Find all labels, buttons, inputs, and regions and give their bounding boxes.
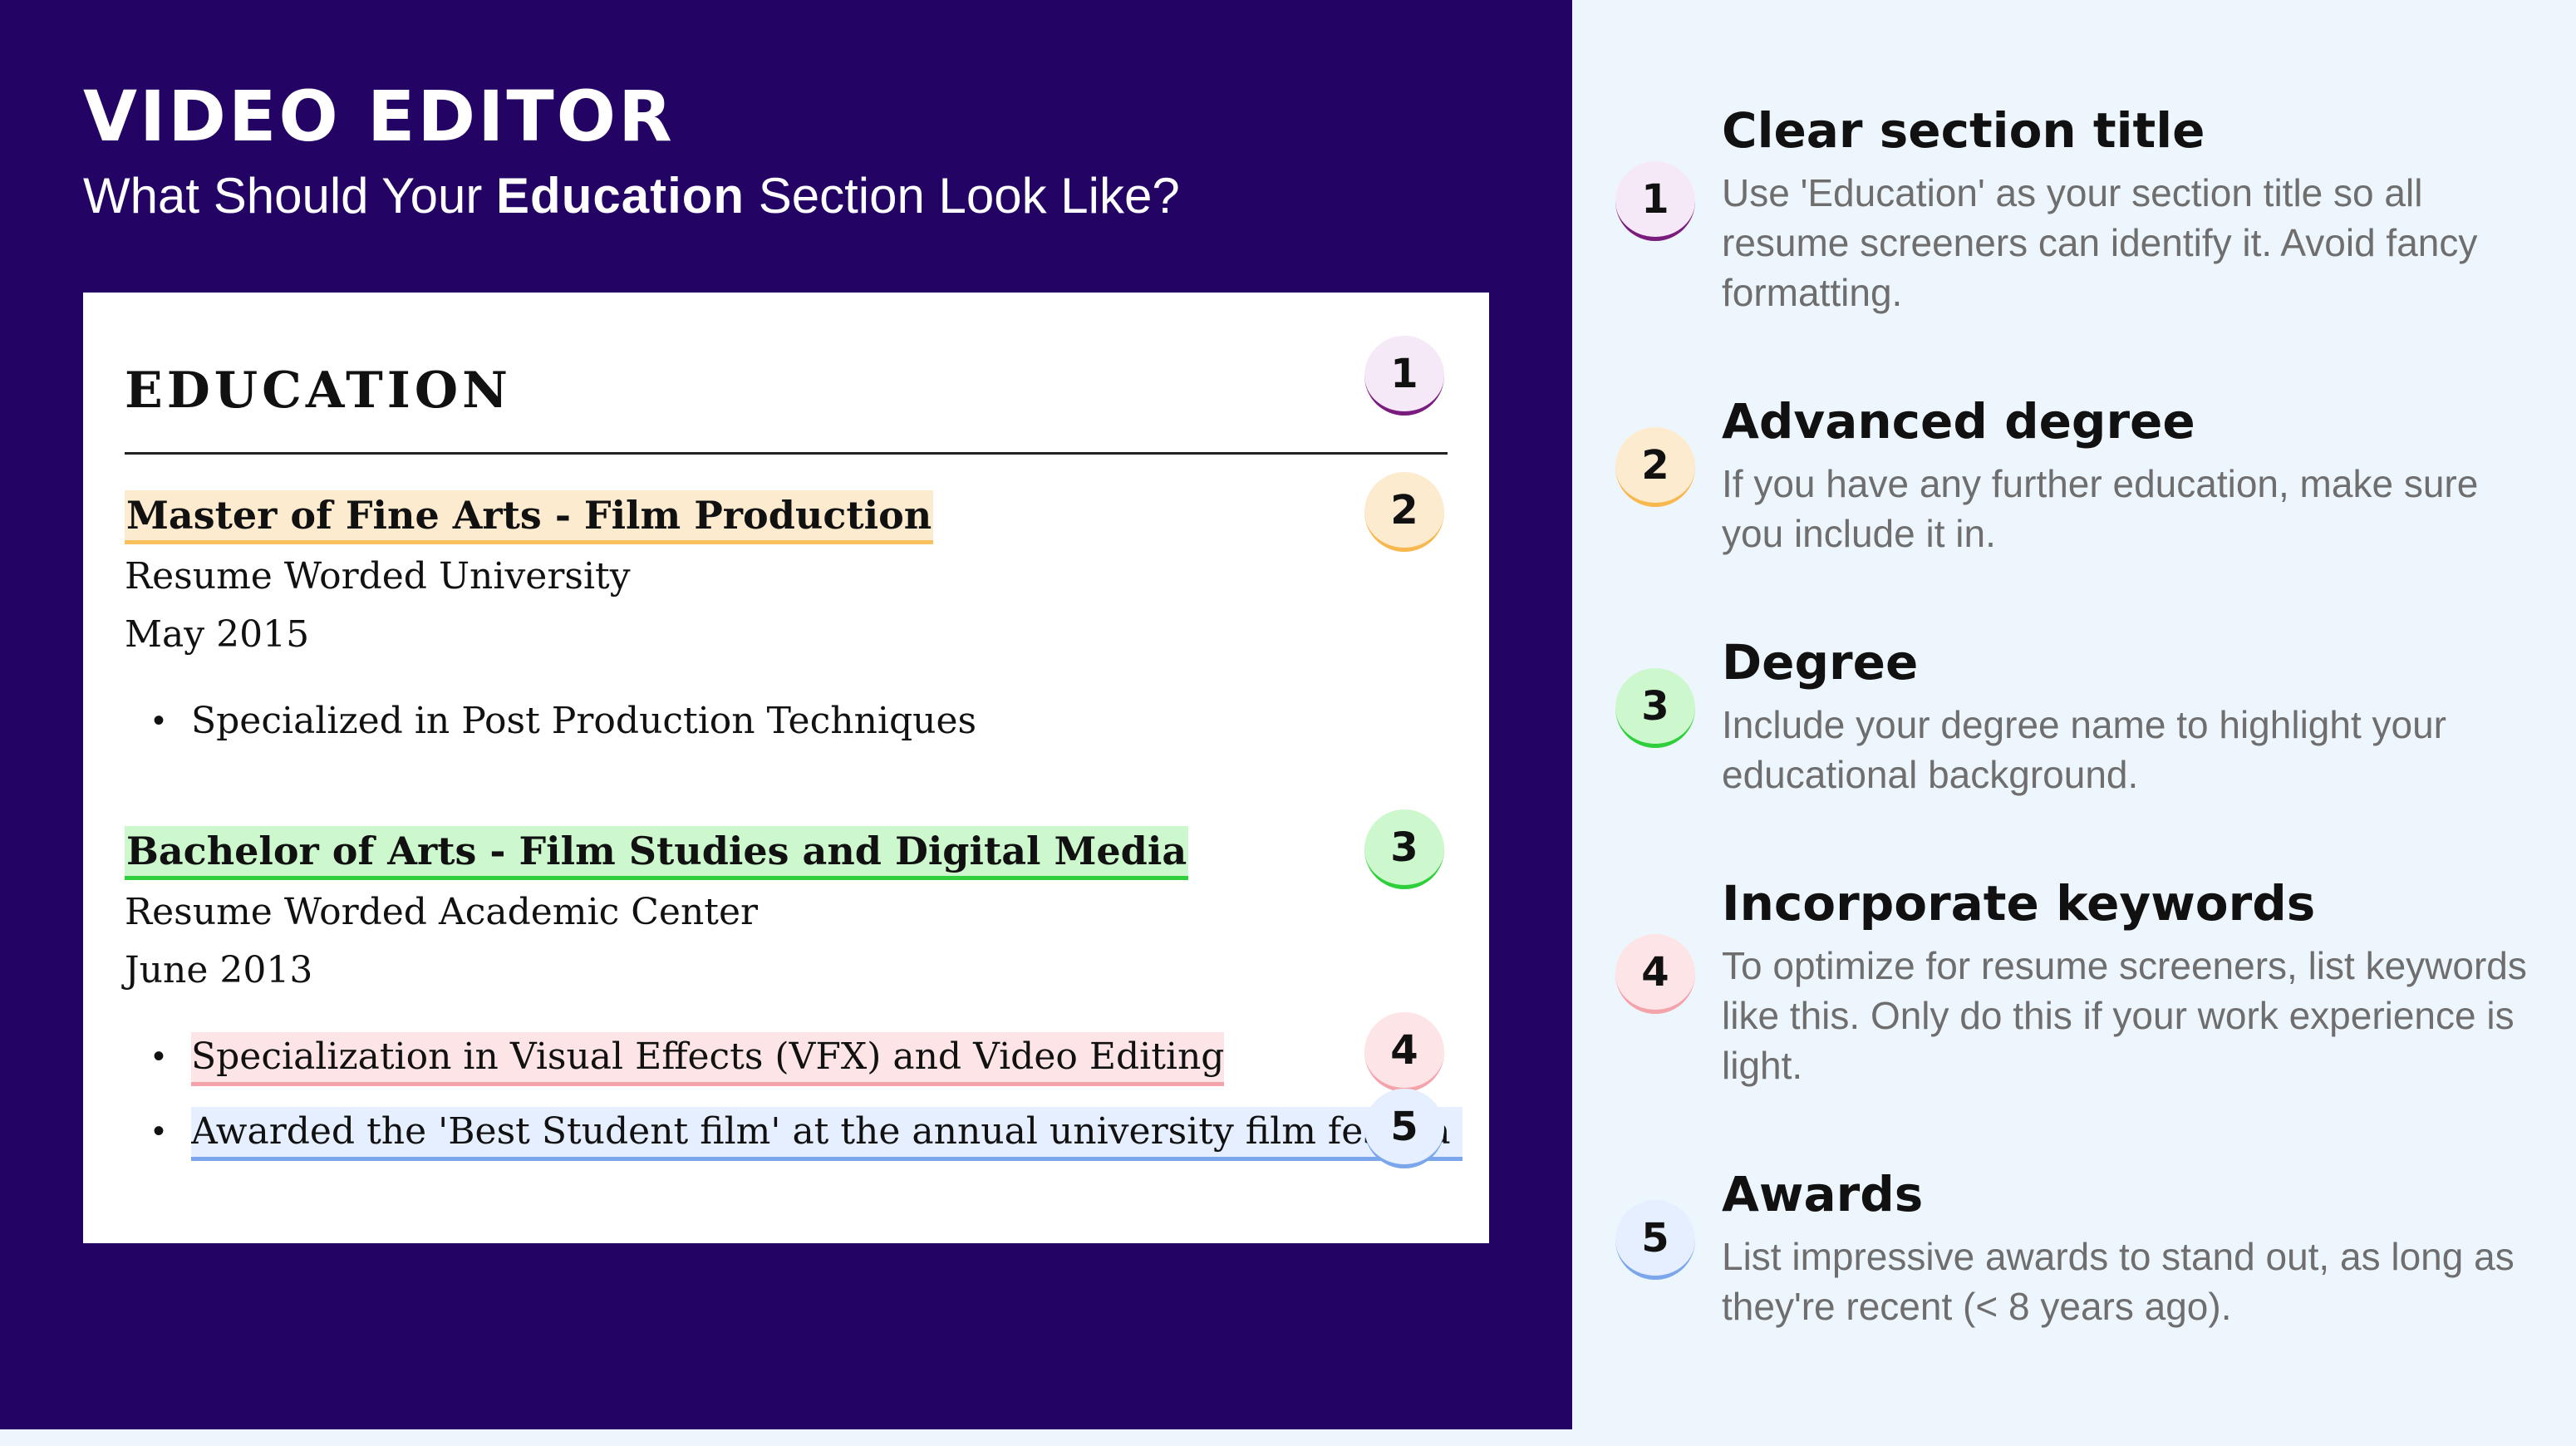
tip-description: List impressive awards to stand out, as …: [1722, 1235, 2515, 1328]
tip-badge-4: 4: [1615, 934, 1695, 1014]
education-heading: EDUCATION: [125, 362, 512, 420]
tip-title: Clear section title: [1722, 102, 2205, 159]
tip-title: Advanced degree: [1722, 393, 2195, 450]
award-bullet-text: Awarded the 'Best Student film' at the a…: [191, 1107, 1463, 1161]
school-name: Resume Worded Academic Center: [125, 891, 759, 933]
tip-description: If you have any further education, make …: [1722, 462, 2479, 555]
tip-badge-1: 1: [1615, 161, 1695, 241]
bullet-point: •: [153, 702, 165, 739]
subtitle-start: What Should Your: [83, 168, 497, 224]
marker-badge-3: 3: [1364, 809, 1444, 889]
role-title: VIDEO EDITOR: [83, 76, 675, 157]
marker-badge-2: 2: [1364, 472, 1444, 552]
degree-title: Master of Fine Arts - Film Production: [125, 490, 934, 544]
tip-title: Awards: [1722, 1166, 1924, 1222]
tip-description: Include your degree name to highlight yo…: [1722, 703, 2447, 796]
keyword-bullet-text: Specialization in Visual Effects (VFX) a…: [191, 1032, 1225, 1086]
resume-education-card: EDUCATION Master of Fine Arts - Film Pro…: [83, 293, 1489, 1243]
bullet-text: Specialized in Post Production Technique…: [191, 700, 977, 742]
subtitle-emphasis: Education: [496, 168, 745, 224]
graduation-date: May 2015: [125, 613, 310, 656]
tip-description: Use 'Education' as your section title so…: [1722, 171, 2478, 314]
bullet-point: •: [153, 1113, 165, 1149]
bullet-point: •: [153, 1038, 165, 1075]
tip-badge-3: 3: [1615, 668, 1695, 748]
page-subtitle: What Should Your Education Section Look …: [83, 163, 1180, 229]
tip-description: To optimize for resume screeners, list k…: [1722, 944, 2527, 1087]
graduation-date: June 2013: [125, 949, 313, 991]
tip-title: Incorporate keywords: [1722, 875, 2316, 932]
marker-badge-5: 5: [1364, 1089, 1444, 1168]
degree-title: Bachelor of Arts - Film Studies and Digi…: [125, 826, 1189, 880]
section-divider: [125, 452, 1448, 455]
subtitle-end: Section Look Like?: [745, 168, 1180, 224]
school-name: Resume Worded University: [125, 555, 631, 598]
marker-badge-4: 4: [1364, 1012, 1444, 1092]
tip-badge-5: 5: [1615, 1200, 1695, 1280]
tip-badge-2: 2: [1615, 427, 1695, 507]
tip-title: Degree: [1722, 634, 1919, 691]
marker-badge-1: 1: [1364, 336, 1444, 416]
